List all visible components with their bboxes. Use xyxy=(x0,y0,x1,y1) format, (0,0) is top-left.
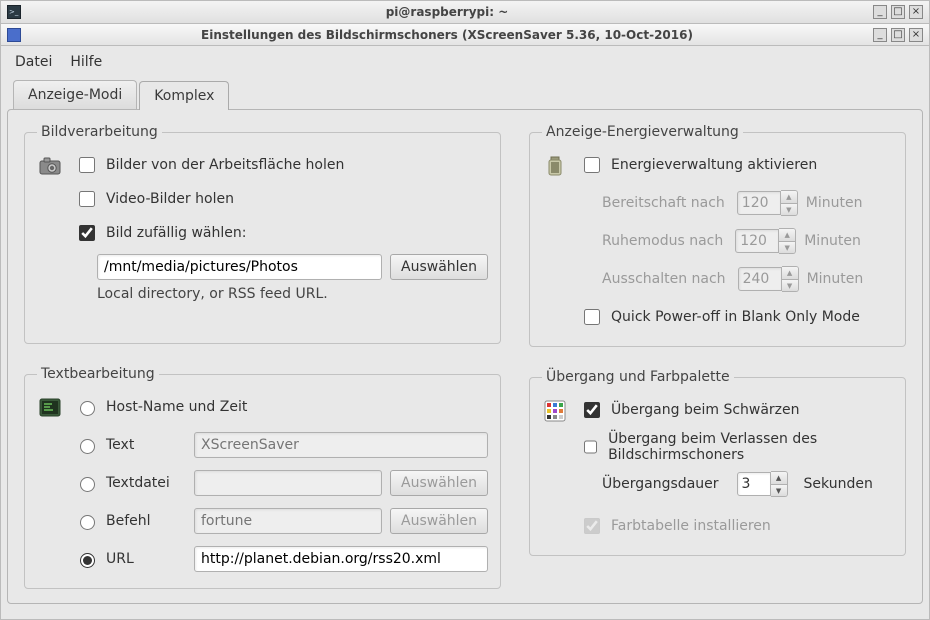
spin-fade-duration[interactable]: 3 ▲▼ xyxy=(737,471,788,497)
label-off-after: Ausschalten nach xyxy=(602,271,726,287)
outer-window-title: pi@raspberrypi: ~ xyxy=(27,5,867,19)
label-textfile: Textdatei xyxy=(106,475,186,491)
spin-suspend-down[interactable]: ▼ xyxy=(779,241,795,253)
label-grab-video: Video-Bilder holen xyxy=(106,191,234,207)
colormap-icon xyxy=(542,399,568,423)
checkbox-quick-poweroff[interactable] xyxy=(584,309,600,325)
label-grab-desktop: Bilder von der Arbeitsfläche holen xyxy=(106,157,344,173)
checkbox-fade-to-black[interactable] xyxy=(584,402,600,418)
label-command: Befehl xyxy=(106,513,186,529)
checkbox-grab-video[interactable] xyxy=(79,191,95,207)
spin-standby-value[interactable]: 120 xyxy=(737,191,781,215)
input-image-path[interactable] xyxy=(97,254,382,280)
dialog-close-button[interactable]: × xyxy=(909,28,923,42)
spin-off-value[interactable]: 240 xyxy=(738,267,782,291)
input-text-literal[interactable] xyxy=(194,432,488,458)
terminal-icon xyxy=(7,5,21,19)
tab-display-modes[interactable]: Anzeige-Modi xyxy=(13,80,137,109)
checkbox-enable-power-mgmt[interactable] xyxy=(584,157,600,173)
label-suspend-after: Ruhemodus nach xyxy=(602,233,723,249)
outer-window-titlebar: pi@raspberrypi: ~ _ □ × xyxy=(0,0,930,24)
label-standby-after: Bereitschaft nach xyxy=(602,195,725,211)
label-url: URL xyxy=(106,551,186,567)
radio-url[interactable] xyxy=(80,553,95,568)
spin-off[interactable]: 240 ▲▼ xyxy=(738,266,799,292)
label-fade-from-black: Übergang beim Verlassen des Bildschirmsc… xyxy=(608,431,893,463)
spin-fade-duration-value[interactable]: 3 xyxy=(737,472,771,496)
label-enable-power-mgmt: Energieverwaltung aktivieren xyxy=(611,157,817,173)
spin-off-down[interactable]: ▼ xyxy=(782,279,798,291)
spin-standby-down[interactable]: ▼ xyxy=(781,203,797,215)
spin-suspend[interactable]: 120 ▲▼ xyxy=(735,228,796,254)
radio-command[interactable] xyxy=(80,515,95,530)
group-power-legend: Anzeige-Energieverwaltung xyxy=(542,124,743,140)
dialog-minimize-button[interactable]: _ xyxy=(873,28,887,42)
camera-icon xyxy=(37,154,63,178)
button-image-browse[interactable]: Auswählen xyxy=(390,254,488,280)
xscreensaver-icon xyxy=(7,28,21,42)
label-fade-duration: Übergangsdauer xyxy=(602,476,718,492)
dialog-body: Datei Hilfe Anzeige-Modi Komplex Bildver… xyxy=(0,46,930,620)
group-image-manipulation: Bildverarbeitung Bilder von der Arbeitsf… xyxy=(24,124,501,344)
input-url[interactable] xyxy=(194,546,488,572)
outer-maximize-button[interactable]: □ xyxy=(891,5,905,19)
spin-suspend-value[interactable]: 120 xyxy=(735,229,779,253)
tab-content-advanced: Bildverarbeitung Bilder von der Arbeitsf… xyxy=(7,109,923,604)
spin-standby[interactable]: 120 ▲▼ xyxy=(737,190,798,216)
label-fade-seconds: Sekunden xyxy=(804,476,873,492)
label-text: Text xyxy=(106,437,186,453)
dialog-title: Einstellungen des Bildschirmschoners (XS… xyxy=(27,28,867,42)
spin-off-up[interactable]: ▲ xyxy=(782,267,798,279)
spin-suspend-up[interactable]: ▲ xyxy=(779,229,795,241)
group-power-management: Anzeige-Energieverwaltung Energieverwalt… xyxy=(529,124,906,347)
checkbox-choose-random-image[interactable] xyxy=(79,225,95,241)
label-quick-poweroff: Quick Power-off in Blank Only Mode xyxy=(611,309,860,325)
label-install-colormap: Farbtabelle installieren xyxy=(611,518,771,534)
outer-minimize-button[interactable]: _ xyxy=(873,5,887,19)
button-command-browse[interactable]: Auswählen xyxy=(390,508,488,534)
text-terminal-icon xyxy=(37,396,63,420)
input-textfile-path[interactable] xyxy=(194,470,382,496)
label-off-minutes: Minuten xyxy=(807,271,864,287)
group-image-legend: Bildverarbeitung xyxy=(37,124,162,140)
label-host-time: Host-Name und Zeit xyxy=(106,399,247,415)
menu-help[interactable]: Hilfe xyxy=(70,54,102,70)
input-command[interactable] xyxy=(194,508,382,534)
checkbox-fade-from-black[interactable] xyxy=(584,439,597,455)
label-standby-minutes: Minuten xyxy=(806,195,863,211)
label-fade-to-black: Übergang beim Schwärzen xyxy=(611,402,800,418)
tab-bar: Anzeige-Modi Komplex xyxy=(13,80,923,109)
group-fading-colormap: Übergang und Farbpalette Übergang beim S… xyxy=(529,369,906,556)
label-choose-random-image: Bild zufällig wählen: xyxy=(106,225,246,241)
radio-host-time[interactable] xyxy=(80,401,95,416)
checkbox-install-colormap xyxy=(584,518,600,534)
menu-file[interactable]: Datei xyxy=(15,54,52,70)
group-text-legend: Textbearbeitung xyxy=(37,366,159,382)
group-text-manipulation: Textbearbeitung Host-Name und Zeit xyxy=(24,366,501,589)
outer-close-button[interactable]: × xyxy=(909,5,923,19)
checkbox-grab-desktop[interactable] xyxy=(79,157,95,173)
dialog-titlebar: Einstellungen des Bildschirmschoners (XS… xyxy=(0,24,930,46)
radio-text[interactable] xyxy=(80,439,95,454)
spin-standby-up[interactable]: ▲ xyxy=(781,191,797,203)
dialog-maximize-button[interactable]: □ xyxy=(891,28,905,42)
group-fade-legend: Übergang und Farbpalette xyxy=(542,369,734,385)
battery-icon xyxy=(542,154,568,178)
spin-fade-down[interactable]: ▼ xyxy=(771,484,787,496)
label-image-hint: Local directory, or RSS feed URL. xyxy=(97,286,488,302)
spin-fade-up[interactable]: ▲ xyxy=(771,472,787,484)
tab-advanced[interactable]: Komplex xyxy=(139,81,229,110)
menubar: Datei Hilfe xyxy=(7,50,923,80)
button-textfile-browse[interactable]: Auswählen xyxy=(390,470,488,496)
label-suspend-minutes: Minuten xyxy=(804,233,861,249)
radio-textfile[interactable] xyxy=(80,477,95,492)
